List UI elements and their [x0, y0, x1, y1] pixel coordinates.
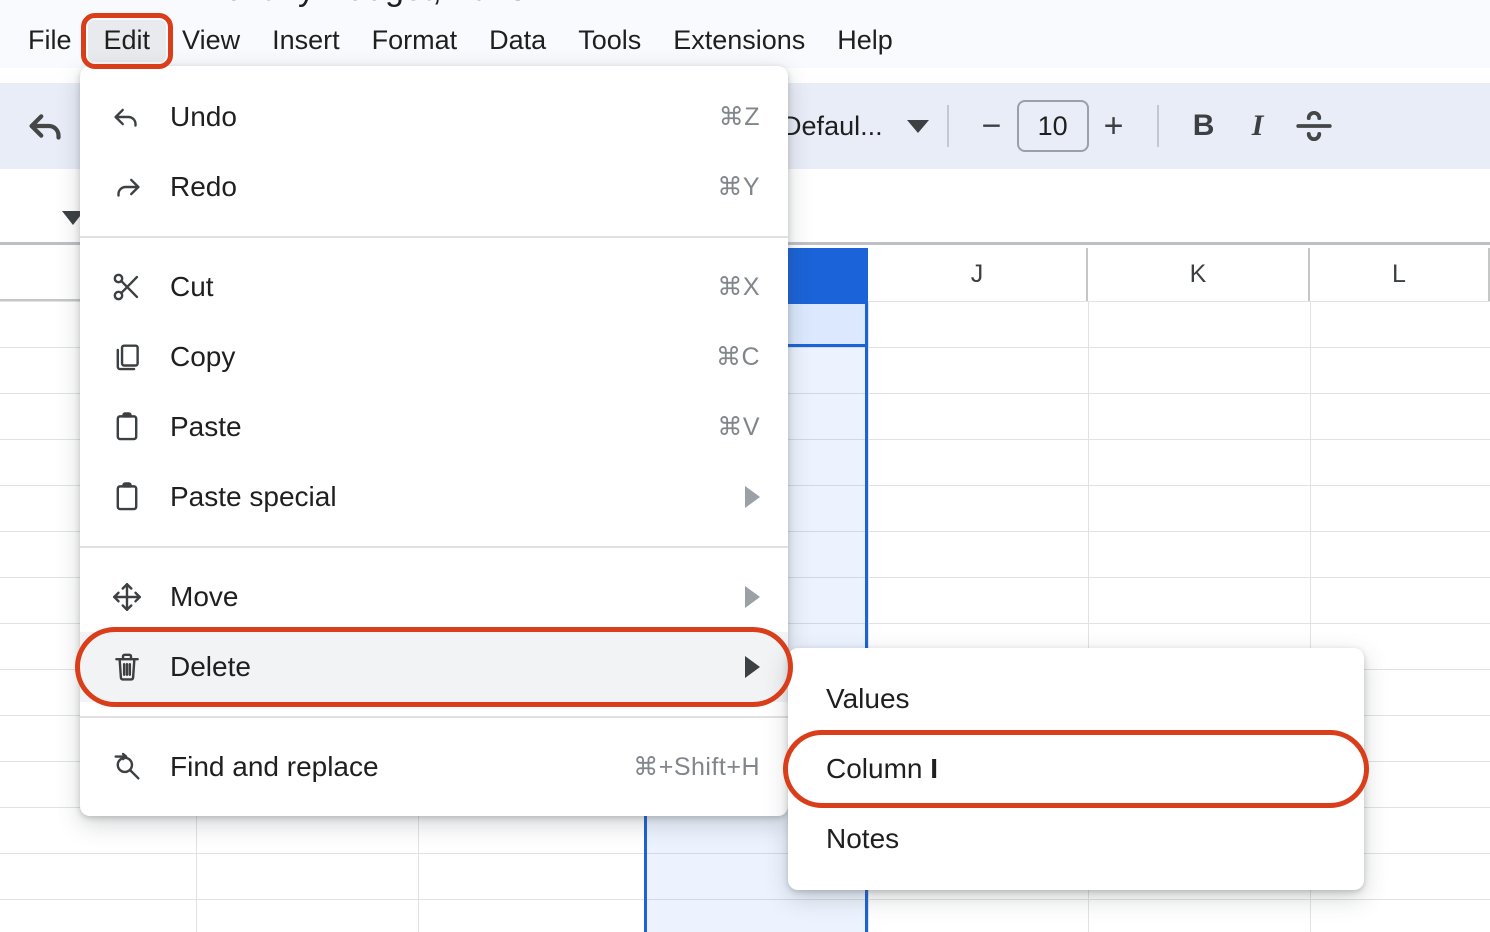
- menu-item-label: Paste special: [166, 481, 745, 513]
- menu-format[interactable]: Format: [356, 20, 474, 62]
- toolbar-divider-3: [1157, 105, 1159, 147]
- toolbar-divider-2: [947, 105, 949, 147]
- menu-separator: [80, 236, 788, 238]
- delete-submenu-notes[interactable]: Notes: [788, 804, 1364, 874]
- font-family-label: Defaul...: [782, 111, 883, 142]
- clipboard-icon: [110, 410, 166, 444]
- menu-item-label: Cut: [166, 271, 717, 303]
- menu-tools[interactable]: Tools: [562, 20, 657, 62]
- column-header-J[interactable]: J: [868, 248, 1088, 301]
- menu-item-shortcut: ⌘Y: [717, 172, 760, 202]
- menu-extensions[interactable]: Extensions: [657, 20, 821, 62]
- scissors-icon: [110, 270, 166, 304]
- strikethrough-icon[interactable]: [1285, 99, 1343, 153]
- menu-file[interactable]: File: [12, 20, 88, 62]
- copy-icon: [110, 340, 166, 374]
- column-header-L[interactable]: L: [1310, 248, 1490, 301]
- menu-data[interactable]: Data: [473, 20, 562, 62]
- bold-button[interactable]: B: [1177, 109, 1231, 143]
- delete-submenu: Values Column I Notes: [788, 648, 1364, 890]
- menu-view[interactable]: View: [166, 20, 256, 62]
- menu-item-label: Paste: [166, 411, 717, 443]
- menu-item-shortcut: ⌘Z: [719, 102, 760, 132]
- edit-menu-move[interactable]: Move: [80, 562, 788, 632]
- menu-insert[interactable]: Insert: [256, 20, 356, 62]
- font-size-input[interactable]: 10: [1017, 100, 1089, 152]
- chevron-down-icon: [907, 120, 929, 133]
- submenu-item-label-emphasis: I: [930, 753, 938, 784]
- decrease-font-size-button[interactable]: −: [967, 109, 1017, 143]
- edit-menu-redo[interactable]: Redo⌘Y: [80, 152, 788, 222]
- document-title-strip: Monthly Budget, 2023: [0, 0, 1490, 14]
- submenu-item-label: Values: [826, 683, 910, 715]
- menu-bar: FileEditViewInsertFormatDataToolsExtensi…: [0, 14, 1490, 68]
- document-title: Monthly Budget, 2023: [196, 0, 527, 9]
- edit-menu-undo[interactable]: Undo⌘Z: [80, 82, 788, 152]
- edit-menu-delete[interactable]: Delete: [80, 632, 788, 702]
- submenu-item-label: Notes: [826, 823, 899, 855]
- undo-icon: [110, 100, 166, 134]
- menu-edit[interactable]: Edit: [88, 20, 167, 62]
- menu-item-label: Delete: [166, 651, 745, 683]
- column-header-K[interactable]: K: [1088, 248, 1310, 301]
- menu-item-label: Copy: [166, 341, 716, 373]
- menu-item-label: Move: [166, 581, 745, 613]
- google-sheets-window: Monthly Budget, 2023 FileEditViewInsertF…: [0, 0, 1490, 932]
- increase-font-size-button[interactable]: +: [1089, 109, 1139, 143]
- font-family-dropdown[interactable]: Defaul...: [782, 111, 929, 142]
- menu-item-shortcut: ⌘V: [717, 412, 760, 442]
- menu-help[interactable]: Help: [821, 20, 909, 62]
- clipboard-icon: [110, 480, 166, 514]
- menu-item-label: Redo: [166, 171, 717, 203]
- submenu-arrow-icon: [745, 486, 760, 508]
- delete-submenu-values[interactable]: Values: [788, 664, 1364, 734]
- undo-icon[interactable]: [20, 99, 74, 153]
- menu-separator: [80, 716, 788, 718]
- edit-dropdown-menu: Undo⌘ZRedo⌘YCut⌘XCopy⌘CPaste⌘VPaste spec…: [80, 66, 788, 816]
- submenu-arrow-icon: [745, 586, 760, 608]
- move-icon: [110, 580, 166, 614]
- edit-menu-paste[interactable]: Paste⌘V: [80, 392, 788, 462]
- edit-menu-copy[interactable]: Copy⌘C: [80, 322, 788, 392]
- menu-item-shortcut: ⌘+Shift+H: [633, 752, 760, 782]
- edit-menu-find-and-replace[interactable]: Find and replace⌘+Shift+H: [80, 732, 788, 802]
- menu-item-label: Undo: [166, 101, 719, 133]
- menu-separator: [80, 546, 788, 548]
- edit-menu-paste-special[interactable]: Paste special: [80, 462, 788, 532]
- delete-submenu-column-i[interactable]: Column I: [788, 734, 1364, 804]
- find-replace-icon: [110, 750, 166, 784]
- submenu-arrow-icon: [745, 656, 760, 678]
- menu-item-shortcut: ⌘X: [717, 272, 760, 302]
- edit-menu-cut[interactable]: Cut⌘X: [80, 252, 788, 322]
- submenu-item-label: Column I: [826, 753, 938, 785]
- italic-button[interactable]: I: [1231, 109, 1285, 143]
- redo-icon: [110, 170, 166, 204]
- trash-icon: [110, 650, 166, 684]
- menu-item-shortcut: ⌘C: [716, 342, 760, 372]
- menu-item-label: Find and replace: [166, 751, 633, 783]
